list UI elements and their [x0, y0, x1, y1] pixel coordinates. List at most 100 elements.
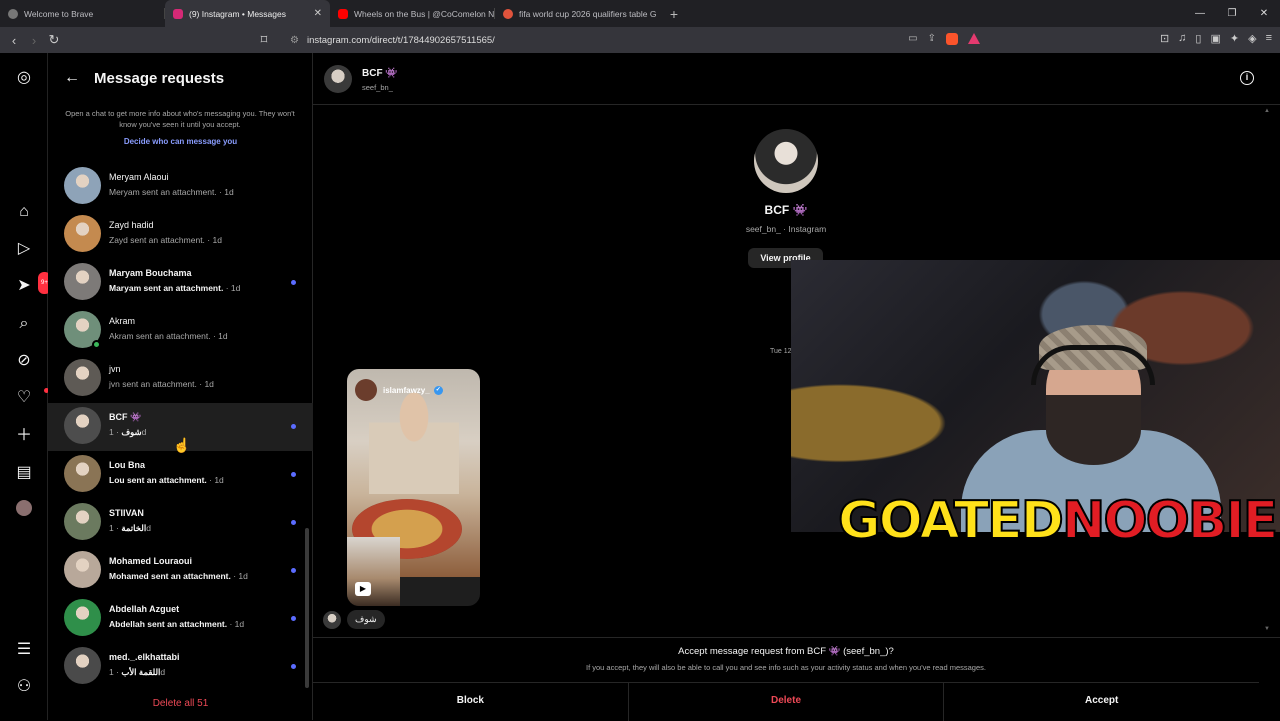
- minimize-icon[interactable]: —: [1184, 0, 1216, 27]
- brave-rewards-icon[interactable]: [968, 33, 980, 44]
- cast-icon[interactable]: ▭: [908, 33, 917, 45]
- accept-button[interactable]: Accept: [944, 683, 1259, 721]
- preview-time: · 1d: [225, 283, 241, 293]
- request-preview: Akram sent an attachment. · 1d: [109, 331, 228, 341]
- request-item[interactable]: jvn jvn sent an attachment. · 1d: [48, 355, 313, 403]
- wallet-icon[interactable]: ▣: [1210, 32, 1220, 45]
- conversation-info-icon[interactable]: i: [1240, 71, 1254, 85]
- dashboard-icon[interactable]: ▤: [14, 463, 34, 483]
- preview-text: jvn sent an attachment.: [109, 379, 197, 389]
- notifications-heart-icon[interactable]: ♡: [14, 388, 49, 408]
- unread-dot: [291, 520, 296, 525]
- home-icon[interactable]: ⌂: [14, 202, 34, 222]
- new-tab-button[interactable]: +: [660, 6, 688, 22]
- request-preview: Abdellah sent an attachment. · 1d: [109, 619, 244, 629]
- tab-instagram[interactable]: (9) Instagram • Messages ✕: [165, 0, 330, 27]
- request-item[interactable]: med._.elkhattabi اللقمة الأب · 1d: [48, 643, 313, 691]
- more-menu-icon[interactable]: ☰: [14, 640, 34, 660]
- media-icon[interactable]: ♫: [1178, 32, 1186, 45]
- accept-request-area: Accept message request from BCF 👾 (seef_…: [313, 637, 1280, 721]
- list-scrollbar[interactable]: [305, 528, 309, 688]
- sidebar-icon[interactable]: ▯: [1195, 32, 1201, 45]
- reels-icon[interactable]: ▷: [14, 239, 34, 259]
- request-item[interactable]: Mohamed Louraoui Mohamed sent an attachme…: [48, 547, 313, 595]
- request-item[interactable]: Zayd hadid Zayd sent an attachment. · 1d: [48, 211, 313, 259]
- header-username: seef_bn_: [362, 83, 393, 92]
- profile-avatar-icon[interactable]: [14, 500, 34, 520]
- bookmark-icon[interactable]: ⌑: [254, 32, 274, 48]
- shared-reel[interactable]: islamfawzy_ ✓ ▶: [347, 369, 480, 606]
- tab-youtube[interactable]: Wheels on the Bus | @CoComelon N: [330, 0, 495, 27]
- request-avatar: [64, 455, 101, 492]
- brave-shields-icon[interactable]: [946, 33, 958, 45]
- request-item[interactable]: Maryam Bouchama Maryam sent an attachment…: [48, 259, 313, 307]
- request-item[interactable]: STIIVAN الخاتمة · 1d: [48, 499, 313, 547]
- reel-play-icon: ▶: [355, 582, 371, 596]
- search-icon[interactable]: ⌕: [14, 314, 34, 334]
- message-bubble[interactable]: شوف: [347, 610, 385, 629]
- leo-ai-icon[interactable]: ✦: [1230, 32, 1239, 45]
- close-tab-icon[interactable]: ✕: [314, 8, 322, 19]
- delete-all-button[interactable]: Delete all 51: [48, 698, 313, 709]
- unread-dot: [291, 424, 296, 429]
- unread-dot: [291, 568, 296, 573]
- create-icon[interactable]: ＋: [14, 426, 34, 446]
- request-item[interactable]: Meryam Alaoui Meryam sent an attachment. …: [48, 163, 313, 211]
- tab-google[interactable]: fifa world cup 2026 qualifiers table G: [495, 0, 660, 27]
- request-item[interactable]: Lou Bna Lou sent an attachment. · 1d: [48, 451, 313, 499]
- request-name: jvn: [109, 364, 121, 374]
- request-name: Meryam Alaoui: [109, 172, 169, 182]
- back-arrow-icon[interactable]: ‹: [4, 33, 24, 48]
- threads-apps-icon[interactable]: ⚇: [14, 677, 34, 697]
- messenger-icon[interactable]: ➤ 9+: [14, 272, 51, 296]
- youtube-favicon-icon: [338, 8, 348, 19]
- vpn-icon[interactable]: ◈: [1248, 32, 1256, 45]
- request-item[interactable]: Akram Akram sent an attachment. · 1d: [48, 307, 313, 355]
- instagram-logo-icon[interactable]: ◎: [14, 68, 34, 88]
- screenshot-icon[interactable]: ⊡: [1160, 32, 1169, 45]
- request-name: med._.elkhattabi: [109, 652, 180, 662]
- request-name: Zayd hadid: [109, 220, 154, 230]
- delete-button[interactable]: Delete: [629, 683, 945, 721]
- forward-arrow-icon[interactable]: ›: [24, 33, 44, 48]
- profile-avatar[interactable]: [754, 129, 818, 193]
- reel-author-avatar: [355, 379, 377, 401]
- preview-text: Maryam sent an attachment.: [109, 283, 224, 293]
- preview-text: Akram sent an attachment.: [109, 331, 211, 341]
- scroll-down-arrow-icon[interactable]: ▼: [1264, 626, 1270, 632]
- panel-header: ← Message requests: [64, 69, 224, 87]
- preview-time: · 1d: [199, 379, 214, 389]
- logo-part-1: GOATED: [837, 490, 1065, 552]
- site-info-icon[interactable]: ⚙: [290, 35, 299, 46]
- header-avatar[interactable]: [324, 65, 352, 93]
- explore-icon[interactable]: ⊘: [14, 351, 34, 371]
- back-arrow-icon[interactable]: ←: [64, 69, 80, 87]
- verified-badge-icon: ✓: [433, 385, 443, 395]
- header-name[interactable]: BCF 👾: [362, 68, 398, 79]
- request-preview: Zayd sent an attachment. · 1d: [109, 235, 222, 245]
- accept-note: If you accept, they will also be able to…: [586, 663, 986, 672]
- request-item[interactable]: Abdellah Azguet Abdellah sent an attachme…: [48, 595, 313, 643]
- request-name: Akram: [109, 316, 136, 326]
- date-separator: Tue 12: [770, 348, 792, 355]
- request-preview: Lou sent an attachment. · 1d: [109, 475, 224, 485]
- sender-avatar[interactable]: [323, 610, 341, 629]
- block-button[interactable]: Block: [313, 683, 629, 721]
- reel-author[interactable]: islamfawzy_ ✓: [355, 379, 443, 401]
- reel-author-name: islamfawzy_: [383, 385, 430, 395]
- request-preview: jvn sent an attachment. · 1d: [109, 379, 214, 389]
- request-avatar: [64, 407, 101, 444]
- reload-icon[interactable]: ↻: [44, 32, 64, 48]
- instagram-favicon-icon: [173, 8, 183, 19]
- menu-icon[interactable]: ≡: [1266, 32, 1272, 45]
- preview-time: · 1d: [233, 571, 248, 581]
- share-icon[interactable]: ⇪: [928, 33, 936, 45]
- close-window-icon[interactable]: ✕: [1248, 0, 1280, 27]
- address-bar: ‹ › ↻ ⌑ ⚙ instagram.com/direct/t/1784490…: [0, 27, 1280, 53]
- decide-who-link[interactable]: Decide who can message you: [48, 137, 313, 146]
- preview-text: Abdellah sent an attachment.: [109, 619, 228, 629]
- tab-welcome[interactable]: Welcome to Brave: [0, 0, 165, 27]
- maximize-icon[interactable]: ❐: [1216, 0, 1248, 27]
- scroll-up-arrow-icon[interactable]: ▲: [1264, 108, 1270, 114]
- requests-info-text: Open a chat to get more info about who's…: [65, 109, 295, 129]
